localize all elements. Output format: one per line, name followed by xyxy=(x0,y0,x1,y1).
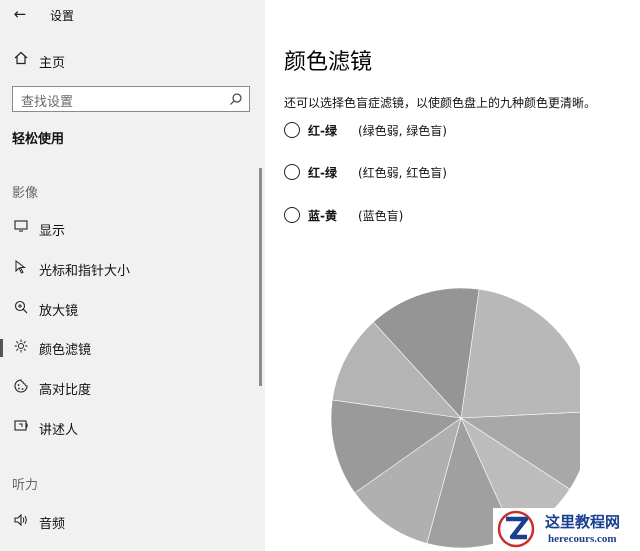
radio-sublabel: (蓝色盲) xyxy=(358,209,404,223)
back-arrow-icon[interactable]: ← xyxy=(8,4,32,24)
sidebar-item-label: 颜色滤镜 xyxy=(39,343,92,358)
sidebar-item-pointer-size[interactable]: 光标和指针大小 xyxy=(0,252,262,286)
pointer-icon xyxy=(12,259,30,278)
sidebar-item-magnifier[interactable]: 放大镜 xyxy=(0,292,262,326)
radio-option-tritanopia[interactable]: 蓝-黄 (蓝色盲) xyxy=(284,206,584,226)
sidebar-item-high-contrast[interactable]: 高对比度 xyxy=(0,371,262,405)
sidebar-item-home[interactable]: 主页 xyxy=(0,46,265,74)
group-label-vision: 影像 xyxy=(12,186,39,201)
watermark-text: 这里教程网 xyxy=(545,513,621,531)
sidebar-item-label: 光标和指针大小 xyxy=(39,264,131,279)
radio-button[interactable] xyxy=(284,122,300,138)
watermark-logo xyxy=(497,510,535,548)
radio-sublabel: (绿色弱, 绿色盲) xyxy=(358,124,447,138)
title-bar: ← 设置 xyxy=(0,0,265,30)
sidebar-item-audio[interactable]: 音频 xyxy=(0,505,262,539)
sidebar-item-label: 显示 xyxy=(39,224,66,239)
sidebar-item-color-filter[interactable]: 颜色滤镜 xyxy=(0,331,262,365)
app-title: 设置 xyxy=(50,9,75,23)
radio-label: 红-绿 xyxy=(308,166,337,180)
sidebar-item-label: 音频 xyxy=(39,517,66,532)
watermark: 这里教程网 herecours.com xyxy=(493,508,640,551)
page-title: 颜色滤镜 xyxy=(284,50,373,75)
magnifier-icon xyxy=(12,300,30,318)
home-icon xyxy=(12,51,30,69)
sidebar-item-label: 放大镜 xyxy=(39,304,79,319)
sidebar-item-display[interactable]: 显示 xyxy=(0,212,262,246)
color-filter-icon xyxy=(12,339,30,357)
description: 还可以选择色盲症滤镜，以使颜色盘上的九种颜色更清晰。 xyxy=(284,96,597,110)
audio-icon xyxy=(12,513,30,531)
sidebar: ← 设置 主页 查找设置 轻松使用 影像 显示 光标和指针大小 放大镜 颜色滤镜… xyxy=(0,0,265,551)
radio-sublabel: (红色弱, 红色盲) xyxy=(358,166,447,180)
sidebar-item-label: 讲述人 xyxy=(39,423,79,438)
radio-button[interactable] xyxy=(284,207,300,223)
watermark-url: herecours.com xyxy=(548,533,617,545)
sidebar-item-narrator[interactable]: 讲述人 xyxy=(0,411,262,445)
sidebar-item-label: 主页 xyxy=(39,56,66,71)
high-contrast-icon xyxy=(12,379,30,397)
search-placeholder: 查找设置 xyxy=(21,95,74,110)
radio-button[interactable] xyxy=(284,164,300,180)
radio-label: 红-绿 xyxy=(308,124,337,138)
search-icon[interactable] xyxy=(229,91,243,105)
radio-option-deuteranopia[interactable]: 红-绿 (绿色弱, 绿色盲) xyxy=(284,121,584,141)
active-indicator xyxy=(0,339,3,357)
search-input[interactable]: 查找设置 xyxy=(12,86,250,112)
section-title: 轻松使用 xyxy=(12,132,65,147)
radio-label: 蓝-黄 xyxy=(308,209,337,223)
radio-option-protanopia[interactable]: 红-绿 (红色弱, 红色盲) xyxy=(284,163,584,183)
sidebar-item-label: 高对比度 xyxy=(39,383,92,398)
color-wheel-slice-1 xyxy=(460,288,580,419)
narrator-icon xyxy=(12,419,30,437)
sidebar-scrollbar[interactable] xyxy=(259,168,262,386)
group-label-hearing: 听力 xyxy=(12,478,39,493)
display-icon xyxy=(12,220,30,236)
